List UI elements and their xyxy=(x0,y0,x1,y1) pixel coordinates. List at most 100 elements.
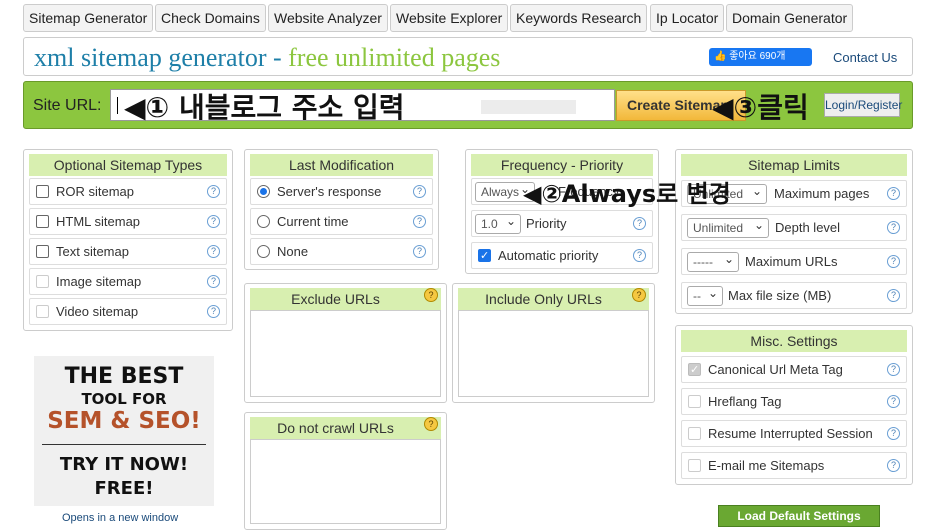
help-icon[interactable]: ? xyxy=(887,363,900,376)
resume-session-option[interactable]: Resume Interrupted Session? xyxy=(681,420,907,447)
image-sitemap-option[interactable]: Image sitemap? xyxy=(29,268,227,295)
hreflang-option[interactable]: Hreflang Tag? xyxy=(681,388,907,415)
canonical-label: Canonical Url Meta Tag xyxy=(708,362,843,377)
max-urls-select[interactable]: ----- xyxy=(687,250,739,272)
help-icon[interactable]: ? xyxy=(207,245,220,258)
help-icon[interactable]: ? xyxy=(207,215,220,228)
help-icon[interactable]: ? xyxy=(207,275,220,288)
none-radio[interactable] xyxy=(257,245,270,258)
max-urls-label: Maximum URLs xyxy=(745,254,838,269)
priority-select[interactable]: 1.0 xyxy=(475,212,521,234)
automatic-priority-checkbox[interactable] xyxy=(478,244,491,269)
depth-level-select[interactable]: Unlimited xyxy=(687,216,769,238)
contact-link[interactable]: Contact Us xyxy=(833,50,897,65)
title-main: xml sitemap generator - xyxy=(34,43,289,72)
video-sitemap-option[interactable]: Video sitemap? xyxy=(29,298,227,325)
hreflang-checkbox[interactable] xyxy=(688,395,701,408)
help-icon[interactable]: ? xyxy=(887,395,900,408)
sitemap-types-panel: Optional Sitemap Types ROR sitemap? HTML… xyxy=(23,149,233,331)
help-icon[interactable]: ? xyxy=(633,249,646,262)
help-icon[interactable]: ? xyxy=(887,221,900,234)
current-time-label: Current time xyxy=(277,214,349,229)
help-icon[interactable]: ? xyxy=(207,185,220,198)
frequency-priority-title: Frequency - Priority xyxy=(471,154,653,176)
max-file-size-row: -- Max file size (MB) ? xyxy=(681,282,907,309)
none-option[interactable]: None? xyxy=(250,238,433,265)
max-file-size-select[interactable]: -- xyxy=(687,284,723,306)
ad-divider xyxy=(42,444,206,445)
image-checkbox[interactable] xyxy=(36,275,49,288)
help-icon[interactable]: ? xyxy=(632,288,646,302)
resume-session-checkbox[interactable] xyxy=(688,427,701,440)
help-icon[interactable]: ? xyxy=(424,288,438,302)
ad-line-5: FREE! xyxy=(94,478,154,499)
misc-settings-panel: Misc. Settings Canonical Url Meta Tag? H… xyxy=(675,325,913,485)
page-title: xml sitemap generator - free unlimited p… xyxy=(34,43,500,73)
none-label: None xyxy=(277,244,309,259)
priority-label: Priority xyxy=(526,216,567,231)
like-button[interactable]: 👍 좋아요 690개 xyxy=(709,48,812,66)
no-crawl-urls-title: Do not crawl URLs xyxy=(250,417,441,439)
hreflang-label: Hreflang Tag xyxy=(708,394,782,409)
email-sitemaps-option[interactable]: E-mail me Sitemaps? xyxy=(681,452,907,479)
help-icon[interactable]: ? xyxy=(887,289,900,302)
opens-new-window-link[interactable]: Opens in a new window xyxy=(62,512,178,524)
automatic-priority-option[interactable]: Automatic priority? xyxy=(471,242,653,269)
misc-settings-title: Misc. Settings xyxy=(681,330,907,352)
text-cursor xyxy=(117,97,118,114)
current-time-radio[interactable] xyxy=(257,215,270,228)
tab-check-domains[interactable]: Check Domains xyxy=(155,4,266,32)
exclude-urls-textarea[interactable] xyxy=(250,310,441,397)
html-sitemap-option[interactable]: HTML sitemap? xyxy=(29,208,227,235)
help-icon[interactable]: ? xyxy=(887,255,900,268)
help-icon[interactable]: ? xyxy=(887,427,900,440)
text-checkbox[interactable] xyxy=(36,245,49,258)
priority-row: 1.0 Priority ? xyxy=(471,210,653,237)
max-urls-row: ----- Maximum URLs ? xyxy=(681,248,907,275)
load-default-settings-button[interactable]: Load Default Settings xyxy=(718,505,880,527)
login-register-button[interactable]: Login/Register xyxy=(824,93,902,117)
include-urls-textarea[interactable] xyxy=(458,310,649,397)
help-icon[interactable]: ? xyxy=(887,187,900,200)
email-sitemaps-label: E-mail me Sitemaps xyxy=(708,458,825,473)
servers-response-option[interactable]: Server's response? xyxy=(250,178,433,205)
email-sitemaps-checkbox[interactable] xyxy=(688,459,701,472)
text-label: Text sitemap xyxy=(56,244,129,259)
text-sitemap-option[interactable]: Text sitemap? xyxy=(29,238,227,265)
help-icon[interactable]: ? xyxy=(413,185,426,198)
include-urls-panel: Include Only URLs ? xyxy=(452,283,655,403)
tab-domain-generator[interactable]: Domain Generator xyxy=(726,4,854,32)
ror-checkbox[interactable] xyxy=(36,185,49,198)
include-urls-title: Include Only URLs xyxy=(458,288,649,310)
video-checkbox[interactable] xyxy=(36,305,49,318)
tab-keywords-research[interactable]: Keywords Research xyxy=(510,4,648,32)
max-pages-label: Maximum pages xyxy=(774,186,870,201)
ad-banner[interactable]: THE BEST TOOL FOR SEM & SEO! TRY IT NOW!… xyxy=(34,356,214,506)
canonical-option[interactable]: Canonical Url Meta Tag? xyxy=(681,356,907,383)
servers-response-radio[interactable] xyxy=(257,185,270,198)
title-tagline: free unlimited pages xyxy=(288,43,501,72)
exclude-urls-panel: Exclude URLs ? xyxy=(244,283,447,403)
help-icon[interactable]: ? xyxy=(413,245,426,258)
max-file-size-label: Max file size (MB) xyxy=(728,288,832,303)
help-icon[interactable]: ? xyxy=(424,417,438,431)
help-icon[interactable]: ? xyxy=(887,459,900,472)
no-crawl-urls-textarea[interactable] xyxy=(250,439,441,524)
resume-session-label: Resume Interrupted Session xyxy=(708,426,873,441)
annotation-change-always: ◀②Always로 변경 xyxy=(523,180,731,208)
help-icon[interactable]: ? xyxy=(207,305,220,318)
frequency-priority-panel: Frequency - Priority Always Frequency 1.… xyxy=(465,149,659,274)
ror-sitemap-option[interactable]: ROR sitemap? xyxy=(29,178,227,205)
tab-sitemap-generator[interactable]: Sitemap Generator xyxy=(23,4,154,32)
ad-line-4: TRY IT NOW! xyxy=(59,454,189,475)
help-icon[interactable]: ? xyxy=(413,215,426,228)
tab-website-analyzer[interactable]: Website Analyzer xyxy=(268,4,388,32)
html-checkbox[interactable] xyxy=(36,215,49,228)
canonical-checkbox[interactable] xyxy=(688,358,701,383)
help-icon[interactable]: ? xyxy=(633,217,646,230)
current-time-option[interactable]: Current time? xyxy=(250,208,433,235)
ad-line-1: THE BEST xyxy=(64,364,184,389)
tab-ip-locator[interactable]: Ip Locator xyxy=(650,4,725,32)
tab-website-explorer[interactable]: Website Explorer xyxy=(390,4,509,32)
redacted-url xyxy=(481,100,576,114)
